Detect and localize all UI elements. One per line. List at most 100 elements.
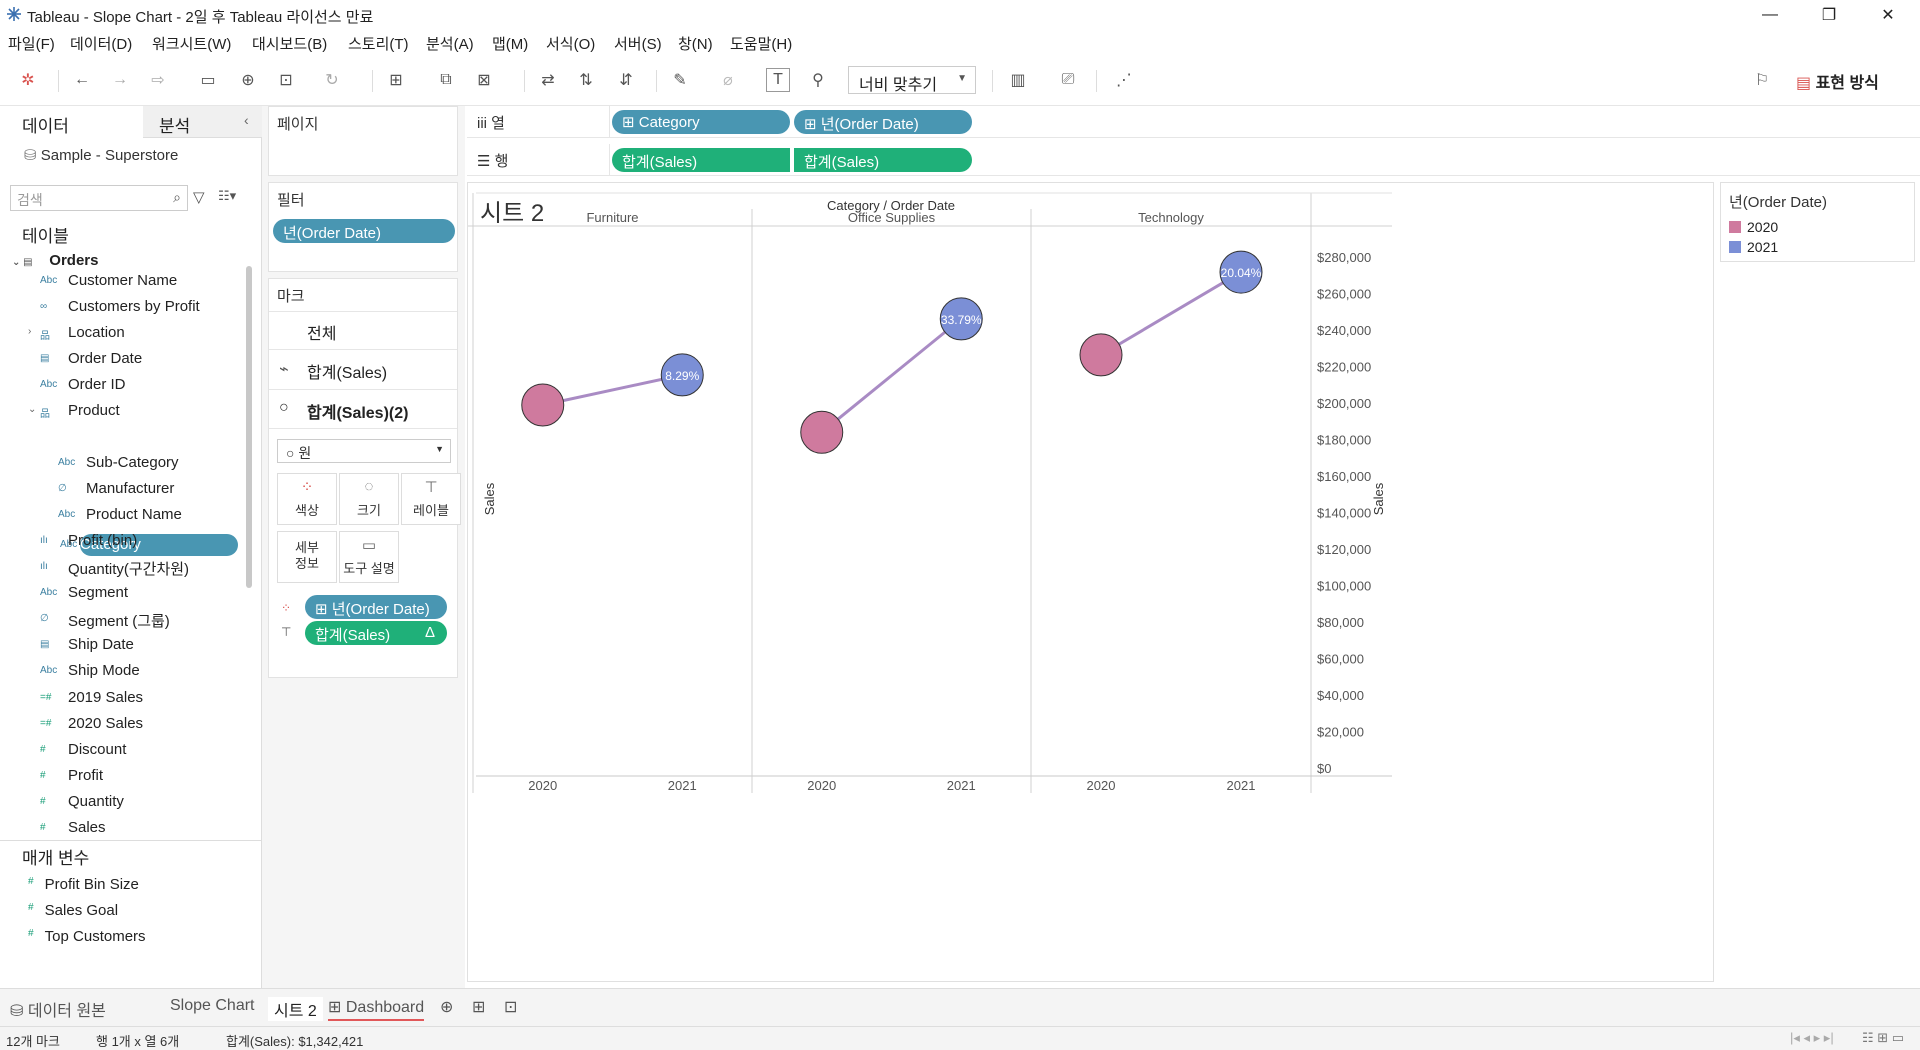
show-me-button[interactable]: ▤ 표현 방식	[1796, 69, 1879, 93]
field-order-date[interactable]: ▤ Order Date	[40, 350, 142, 367]
field-segment[interactable]: Abc Segment	[40, 584, 128, 601]
menu-window[interactable]: 창(N)	[678, 33, 713, 54]
size-button[interactable]: ◌ 크기	[339, 473, 399, 525]
columns-pill-category[interactable]: ⊞ Category	[612, 110, 790, 134]
chevron-right-icon[interactable]: ›	[28, 326, 31, 337]
menu-map[interactable]: 맵(M)	[492, 33, 528, 54]
legend-item-2021[interactable]: 2021	[1729, 239, 1778, 255]
new-sheet-icon[interactable]: ⊕	[440, 997, 453, 1017]
menu-analysis[interactable]: 분석(A)	[426, 33, 474, 54]
group-members-icon[interactable]: ⌀	[716, 68, 740, 92]
field-2020-sales[interactable]: =# 2020 Sales	[40, 715, 143, 732]
detail-button[interactable]: 세부 정보	[277, 531, 337, 583]
field-sales[interactable]: # Sales	[40, 819, 106, 836]
rows-shelf[interactable]: ☰ 행 합계(Sales) 합계(Sales)	[467, 144, 1920, 176]
chevron-down-icon[interactable]: ⌄	[28, 404, 36, 415]
field-discount[interactable]: # Discount	[40, 741, 126, 758]
new-dashboard-icon[interactable]: ⊞	[472, 997, 485, 1017]
search-input[interactable]: 검색 ⌕	[10, 185, 188, 211]
menu-worksheet[interactable]: 워크시트(W)	[152, 33, 231, 54]
slope-line-mark[interactable]	[820, 317, 963, 434]
new-story-icon[interactable]: ⊡	[504, 997, 517, 1017]
table-orders[interactable]: ⌄ ▤ Orders	[12, 252, 98, 269]
marks-sum-sales-2[interactable]: ○ 합계(Sales)(2)	[269, 389, 457, 429]
replay-icon[interactable]: ⇨	[146, 68, 170, 92]
tab-slope-chart[interactable]: Slope Chart	[170, 997, 255, 1015]
param-top-customers[interactable]: # Top Customers	[28, 928, 146, 945]
duplicate-sheet-icon[interactable]: ⧉	[434, 68, 458, 92]
field-order-id[interactable]: Abc Order ID	[40, 376, 126, 393]
columns-pill-year-order-date[interactable]: ⊞ 년(Order Date)	[794, 110, 972, 134]
minimize-button[interactable]: —	[1747, 0, 1793, 30]
show-mark-labels-icon[interactable]: T	[766, 68, 790, 92]
slope-line-mark[interactable]	[1100, 270, 1242, 357]
menu-file[interactable]: 파일(F)	[8, 33, 55, 54]
tab-data[interactable]: 데이터	[0, 106, 143, 138]
clear-sheet-icon[interactable]: ⊠	[472, 68, 496, 92]
datasource-item[interactable]: ⛁ Sample - Superstore	[24, 146, 178, 164]
new-worksheet-icon[interactable]: ⊞	[384, 68, 408, 92]
collapse-pane-icon[interactable]: ‹	[244, 112, 249, 128]
maximize-button[interactable]: ❐	[1806, 0, 1852, 30]
field-manufacturer[interactable]: ∅ Manufacturer	[58, 480, 174, 497]
field-profit[interactable]: # Profit	[40, 767, 103, 784]
redo-icon[interactable]: →	[108, 68, 132, 92]
tab-dashboard[interactable]: ⊞ Dashboard	[328, 997, 425, 1021]
marks-all[interactable]: 전체	[269, 311, 457, 349]
menu-data[interactable]: 데이터(D)	[70, 33, 132, 54]
field-segment[interactable]: ∅ Segment (그룹)	[40, 610, 170, 631]
filter-fields-icon[interactable]: ▽	[193, 188, 205, 206]
field-customers-by-profit[interactable]: ∞ Customers by Profit	[40, 298, 200, 315]
menu-server[interactable]: 서버(S)	[614, 33, 662, 54]
rows-pill-sum-sales-2[interactable]: 합계(Sales)	[794, 148, 972, 172]
menu-format[interactable]: 서식(O)	[546, 33, 595, 54]
rows-pill-sum-sales[interactable]: 합계(Sales)	[612, 148, 790, 172]
field-location[interactable]: 品 › Location	[28, 324, 125, 342]
mark-pill-year-order-date[interactable]: ⊞ 년(Order Date)	[305, 595, 447, 619]
undo-icon[interactable]: ←	[70, 68, 94, 92]
pages-shelf[interactable]: 페이지	[268, 106, 458, 176]
mark-pill-sum-sales[interactable]: 합계(Sales) Δ	[305, 621, 447, 645]
menu-dashboard[interactable]: 대시보드(B)	[252, 33, 327, 54]
color-button[interactable]: ⁘ 색상	[277, 473, 337, 525]
show-cards-icon[interactable]: ▥	[1006, 68, 1030, 92]
filter-pill-year-order-date[interactable]: 년(Order Date)	[273, 219, 455, 243]
columns-shelf[interactable]: iii 열 ⊞ Category ⊞ 년(Order Date)	[467, 106, 1920, 138]
tab-sheet-2[interactable]: 시트 2	[268, 997, 323, 1021]
refresh-icon[interactable]: ↻	[320, 68, 344, 92]
field-product-name[interactable]: Abc Product Name	[58, 506, 182, 523]
field-sub-category[interactable]: Abc Sub-Category	[58, 454, 179, 471]
field-ship-date[interactable]: ▤ Ship Date	[40, 636, 134, 653]
tab-datasource[interactable]: ⛁ 데이터 원본	[10, 997, 106, 1021]
swap-rows-columns-icon[interactable]: ⇄	[536, 68, 560, 92]
label-button[interactable]: ⊤ 레이블	[401, 473, 461, 525]
field-profit-bin[interactable]: ılı Profit (bin)	[40, 532, 137, 549]
pin-icon[interactable]: ⚐	[1750, 68, 1774, 92]
filters-shelf[interactable]: 필터 년(Order Date)	[268, 182, 458, 272]
tooltip-button[interactable]: ▭ 도구 설명	[339, 531, 399, 583]
scrollbar[interactable]	[246, 266, 252, 588]
param-sales-goal[interactable]: # Sales Goal	[28, 902, 118, 919]
sheet-view-icon[interactable]: ☷ ⊞ ▭	[1862, 1030, 1904, 1046]
field-quantity[interactable]: ılı Quantity(구간차원)	[40, 558, 189, 579]
sort-ascending-icon[interactable]: ⇅	[574, 68, 598, 92]
view-options-icon[interactable]: ☷▾	[218, 188, 236, 204]
fit-dropdown[interactable]: 너비 맞추기 ▼	[848, 66, 976, 94]
menu-help[interactable]: 도움말(H)	[730, 33, 792, 54]
marks-sum-sales[interactable]: ⌁ 합계(Sales)	[269, 349, 457, 389]
legend-item-2020[interactable]: 2020	[1729, 219, 1778, 235]
circle-mark[interactable]	[800, 410, 844, 454]
save-icon[interactable]: ▭	[196, 68, 220, 92]
menu-story[interactable]: 스토리(T)	[348, 33, 409, 54]
circle-mark[interactable]	[521, 383, 565, 427]
new-datasource-icon[interactable]: ⊕	[236, 68, 260, 92]
field-2019-sales[interactable]: =# 2019 Sales	[40, 689, 143, 706]
sort-descending-icon[interactable]: ⇵	[614, 68, 638, 92]
close-button[interactable]: ✕	[1865, 0, 1911, 30]
mark-type-dropdown[interactable]: ○ 원 ▼	[277, 439, 451, 463]
field-quantity[interactable]: # Quantity	[40, 793, 124, 810]
pause-updates-icon[interactable]: ⊡	[274, 68, 298, 92]
presentation-mode-icon[interactable]: ⎚	[1056, 68, 1080, 92]
highlight-icon[interactable]: ✎	[668, 68, 692, 92]
sheet-nav-icon[interactable]: |◂ ◂ ▸ ▸|	[1790, 1030, 1834, 1046]
